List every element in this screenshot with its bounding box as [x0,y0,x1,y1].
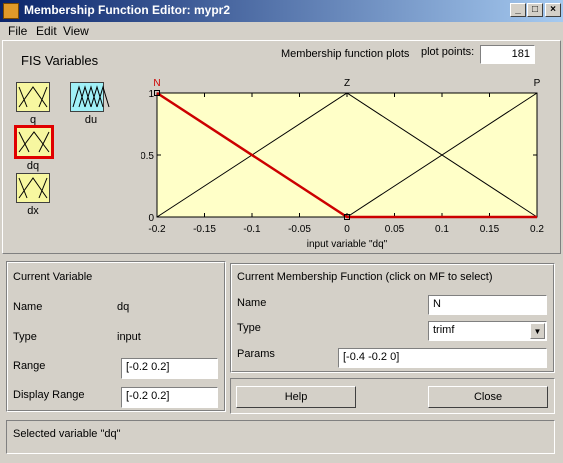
display-range-input[interactable]: [-0.2 0.2] [121,387,218,408]
status-bar: Selected variable "dq" [6,420,555,454]
maximize-button[interactable]: □ [527,3,543,17]
close-button[interactable]: Close [428,386,548,408]
current-mf-panel: Current Membership Function (click on MF… [230,263,555,373]
display-range-label: Display Range [13,389,85,401]
status-text: Selected variable "dq" [13,428,121,440]
range-label: Range [13,360,46,372]
x-tick-label: -0.15 [193,224,216,235]
mf-shapes-icon [18,131,50,153]
x-axis-label: input variable "dq" [307,239,388,250]
plot-points-label: plot points: [421,46,475,58]
mf-shapes-icon [18,86,48,108]
menu-bar: File Edit View [0,22,563,40]
variable-type-value: input [117,331,141,343]
mf-shapes-icon [18,177,48,199]
title-bar: Membership Function Editor: mypr2 _ □ × [0,0,563,22]
x-tick-label: 0 [344,224,350,235]
x-tick-label: -0.1 [243,224,261,235]
mf-name-label: Name [237,297,267,309]
plot-area [156,92,538,218]
fis-variables-heading: FIS Variables [21,53,99,68]
fis-variable-dx-tile[interactable] [16,173,50,203]
variable-name-label: Name [13,301,43,313]
variable-name-value: dq [117,301,130,313]
mf-chart[interactable]: -0.2 -0.15 -0.1 -0.05 0 0.05 0.1 0.15 0.2 0 0.5 1 Z P… [141,69,553,255]
range-input[interactable]: [-0.2 0.2] [121,358,218,379]
mf-plots-heading: Membership function plots [281,48,410,60]
buttons-panel: Help Close [230,378,555,414]
fis-variable-q-tile[interactable] [16,82,50,112]
y-tick-label: 0 [148,213,154,224]
fis-variable-du-tile[interactable] [70,82,110,112]
chevron-down-icon[interactable]: ▼ [530,323,545,339]
mf-label-p: P [534,78,541,89]
fis-variable-dq-tile-selected[interactable] [14,125,54,159]
app-icon [3,3,19,19]
current-variable-heading: Current Variable [13,271,93,283]
menu-edit[interactable]: Edit [36,24,57,38]
x-tick-label: -0.2 [148,224,166,235]
fis-variable-du-label: du [84,114,98,126]
window-title: Membership Function Editor: mypr2 [24,3,231,17]
x-tick-label: 0.1 [435,224,449,235]
x-tick-label: 0.2 [530,224,544,235]
x-tick-label: 0.05 [385,224,405,235]
variable-type-label: Type [13,331,37,343]
fis-variable-dq-label: dq [26,160,40,172]
close-window-button[interactable]: × [545,3,561,17]
x-tick-label: -0.05 [288,224,311,235]
mf-params-label: Params [237,348,275,360]
mf-type-label: Type [237,322,261,334]
mf-type-select[interactable]: trimf ▼ [428,321,547,341]
y-tick-label: 0.5 [141,151,154,162]
help-button[interactable]: Help [236,386,356,408]
current-variable-panel: Current Variable Name dq Type input Rang… [6,261,226,412]
current-mf-heading: Current Membership Function (click on MF… [237,271,493,283]
mf-shapes-icon [72,85,110,108]
mf-params-input[interactable]: [-0.4 -0.2 0] [338,348,547,368]
fis-variable-dx-label: dx [27,205,39,217]
mf-name-input[interactable]: N [428,295,547,315]
x-tick-label: 0.15 [480,224,500,235]
y-tick-label: 1 [148,89,154,100]
minimize-button[interactable]: _ [510,3,526,17]
menu-file[interactable]: File [8,24,27,38]
mf-label-z: Z [344,78,350,89]
plot-points-input[interactable]: 181 [480,45,535,64]
menu-view[interactable]: View [63,24,89,38]
upper-region: FIS Variables q du dq dx Membership func… [2,40,561,254]
mf-type-value: trimf [433,324,455,336]
mf-label-n: N [153,78,160,89]
